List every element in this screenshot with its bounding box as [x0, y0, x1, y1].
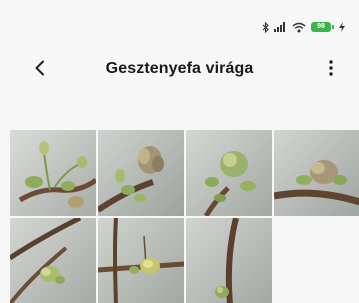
chestnut-bud-photo	[10, 218, 96, 303]
chestnut-bud-photo	[10, 130, 96, 216]
photo-thumbnail[interactable]	[10, 218, 96, 303]
more-options-button[interactable]	[317, 56, 345, 84]
chestnut-bud-photo	[98, 130, 184, 216]
photo-thumbnail[interactable]	[186, 218, 272, 303]
photo-grid	[10, 130, 359, 303]
chestnut-bud-photo	[98, 218, 184, 303]
status-bar: 98	[262, 20, 345, 34]
battery-level: 98	[311, 22, 331, 32]
chestnut-bud-photo	[274, 130, 359, 216]
wifi-icon	[292, 22, 306, 33]
app-bar: Gesztenyefa virága	[0, 52, 359, 88]
photo-thumbnail[interactable]	[98, 218, 184, 303]
chestnut-bud-photo	[186, 218, 272, 303]
page-title: Gesztenyefa virága	[105, 60, 254, 77]
photo-thumbnail[interactable]	[10, 130, 96, 216]
gallery-screen: 98 Gesztenyefa virága	[0, 0, 359, 303]
battery-icon: 98	[311, 22, 334, 32]
bluetooth-icon	[262, 21, 269, 33]
more-vertical-icon	[329, 59, 333, 81]
photo-thumbnail[interactable]	[274, 130, 359, 216]
chestnut-bud-photo	[186, 130, 272, 216]
signal-icon	[274, 22, 287, 32]
charging-icon	[339, 22, 345, 32]
photo-thumbnail[interactable]	[186, 130, 272, 216]
photo-thumbnail[interactable]	[98, 130, 184, 216]
